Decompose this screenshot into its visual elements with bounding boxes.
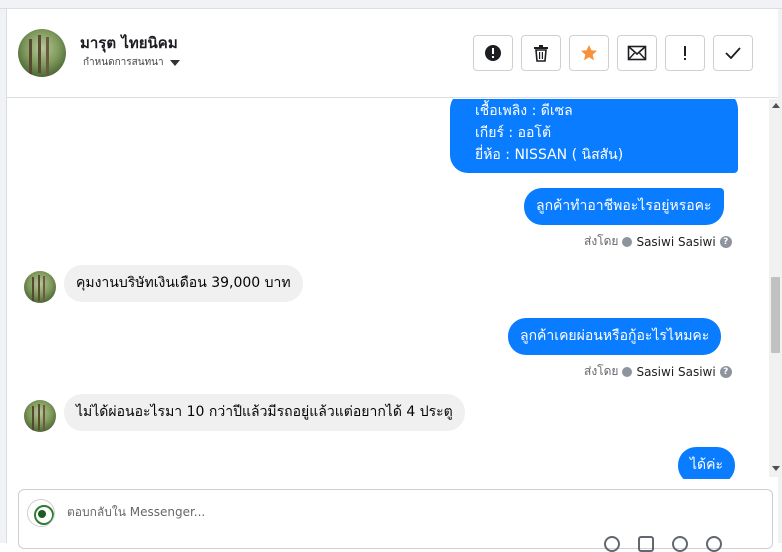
info-icon[interactable]: ? — [719, 235, 732, 248]
message-bubble-outgoing[interactable]: เชื้อเพลิง : ดีเซล เกียร์ : ออโต้ ยี่ห้อ… — [450, 99, 738, 173]
message-line: เชื้อเพลิง : ดีเซล — [475, 103, 573, 119]
image-icon[interactable] — [638, 536, 654, 552]
delete-button[interactable] — [521, 35, 561, 71]
mark-done-button[interactable] — [713, 35, 753, 71]
contact-avatar-small — [24, 271, 56, 303]
scroll-down-arrow-icon[interactable] — [772, 466, 780, 471]
assign-conversation-dropdown[interactable]: กำหนดการสนทนา — [83, 55, 180, 70]
message-bubble-outgoing[interactable]: ลูกค้าทำอาชีพอะไรอยู่หรอคะ — [524, 188, 724, 225]
message-scrollbar[interactable] — [769, 99, 782, 477]
star-button[interactable] — [569, 35, 609, 71]
spam-button[interactable] — [473, 35, 513, 71]
top-border — [0, 0, 782, 9]
composer-tools — [604, 536, 722, 552]
sent-by-prefix: ส่งโดย — [584, 234, 619, 248]
conversation-header: มารุต ไทยนิคม กำหนดการสนทนา — [7, 10, 778, 98]
reply-input[interactable] — [67, 505, 667, 519]
follow-up-button[interactable] — [665, 35, 705, 71]
message-thread[interactable]: เชื้อเพลิง : ดีเซล เกียร์ : ออโต้ ยี่ห้อ… — [7, 99, 769, 479]
assign-label: กำหนดการสนทนา — [83, 57, 164, 68]
left-panel-edge — [0, 9, 7, 543]
caret-down-icon — [169, 59, 180, 66]
sender-name: Sasiwi Sasiwi — [636, 234, 716, 249]
message-bubble-incoming[interactable]: คุมงานบริษัทเงินเดือน 39,000 บาท — [64, 265, 303, 302]
verified-icon — [622, 236, 633, 247]
message-bubble-incoming[interactable]: ไม่ได้ผ่อนอะไรมา 10 กว่าปีแล้วมีรถอยู่แล… — [64, 394, 465, 431]
verified-icon — [622, 366, 633, 377]
trash-icon — [534, 45, 548, 62]
sent-by-prefix: ส่งโดย — [584, 364, 619, 378]
sent-by-label: ส่งโดย Sasiwi Sasiwi ? — [584, 362, 732, 381]
conversation-actions — [473, 35, 753, 71]
message-line: ยี่ห้อ : NISSAN ( นิสสัน) — [475, 147, 624, 163]
scrollbar-thumb[interactable] — [771, 277, 780, 353]
message-bubble-outgoing[interactable]: ได้ค่ะ — [678, 447, 736, 479]
scroll-up-arrow-icon[interactable] — [772, 103, 780, 108]
sent-by-label: ส่งโดย Sasiwi Sasiwi ? — [584, 232, 732, 251]
sender-name: Sasiwi Sasiwi — [636, 364, 716, 379]
alert-circle-icon — [485, 45, 501, 61]
attachment-icon[interactable] — [604, 536, 620, 552]
reply-composer — [18, 489, 773, 552]
info-icon[interactable]: ? — [719, 365, 732, 378]
contact-name[interactable]: มารุต ไทยนิคม — [80, 31, 178, 55]
message-line: เกียร์ : ออโต้ — [475, 125, 552, 141]
mark-unread-button[interactable] — [617, 35, 657, 71]
message-bubble-outgoing[interactable]: ลูกค้าเคยผ่อนหรือกู้อะไรไหมคะ — [508, 318, 722, 355]
saved-replies-icon[interactable] — [706, 536, 722, 552]
contact-avatar-small — [24, 400, 56, 432]
page-avatar — [27, 499, 55, 527]
envelope-icon — [627, 45, 647, 61]
contact-avatar[interactable] — [18, 29, 66, 77]
star-icon — [581, 45, 597, 61]
inbox-conversation-panel: มารุต ไทยนิคม กำหนดการสนทนา เชื้อเพลิง:… — [0, 0, 782, 552]
emoji-icon[interactable] — [672, 536, 688, 552]
check-icon — [725, 47, 741, 59]
exclamation-icon — [684, 46, 686, 60]
